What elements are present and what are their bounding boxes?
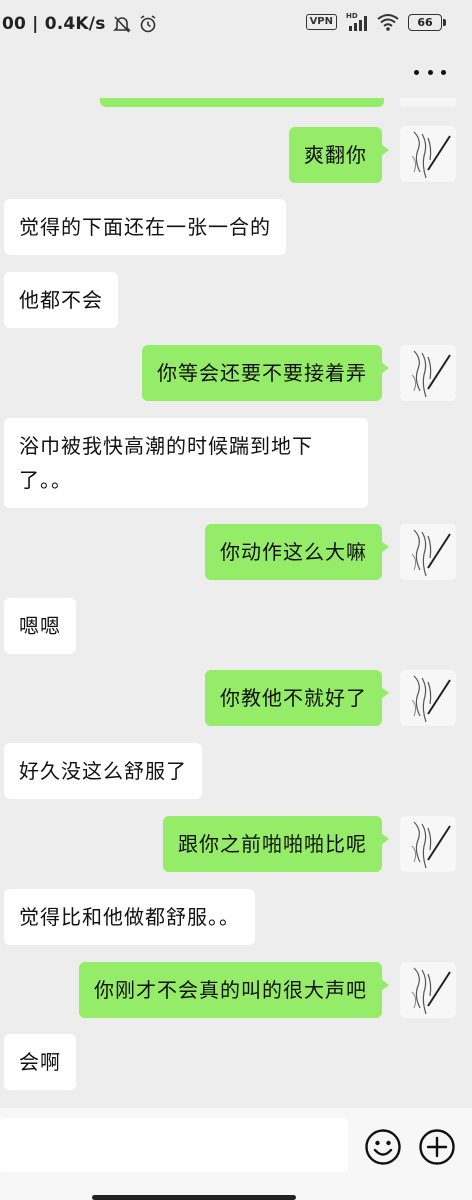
vpn-badge: VPN xyxy=(305,14,337,30)
avatar-sketch-icon xyxy=(411,131,451,179)
cut-off-avatar xyxy=(400,98,456,107)
message-bubble-incoming[interactable]: 会啊 xyxy=(4,1034,76,1090)
home-indicator[interactable] xyxy=(92,1195,296,1200)
avatar-sketch-icon xyxy=(411,350,451,398)
emoji-icon[interactable] xyxy=(364,1128,402,1166)
alarm-icon xyxy=(140,15,155,33)
avatar-sketch-icon xyxy=(411,529,451,577)
status-left: 00 | 0.4K/s xyxy=(2,14,158,34)
battery-indicator: 66 xyxy=(408,13,446,31)
message-bubble-incoming[interactable]: 觉得比和他做都舒服。。 xyxy=(4,889,255,945)
avatar-sketch-icon xyxy=(411,821,451,869)
message-bubble-incoming[interactable]: 他都不会 xyxy=(4,272,118,328)
message-bubble-outgoing[interactable]: 你刚才不会真的叫的很大声吧 xyxy=(79,962,389,1018)
avatar[interactable] xyxy=(400,962,456,1018)
message-bubble-outgoing[interactable]: 你等会还要不要接着弄 xyxy=(142,345,389,401)
chat-header xyxy=(0,48,472,100)
avatar-sketch-icon xyxy=(411,675,451,723)
status-right: VPN HD 66 xyxy=(305,12,446,32)
signal-icon: HD xyxy=(346,12,367,31)
message-bubble-incoming[interactable]: 浴巾被我快高潮的时候踹到地下了。。 xyxy=(4,418,368,508)
avatar[interactable] xyxy=(400,816,456,872)
message-bubble-outgoing[interactable]: 跟你之前啪啪啪比呢 xyxy=(163,816,389,872)
message-bubble-incoming[interactable]: 觉得的下面还在一张一合的 xyxy=(4,199,286,255)
avatar[interactable] xyxy=(400,126,456,182)
input-bar xyxy=(0,1108,472,1200)
avatar-sketch-icon xyxy=(411,967,451,1015)
plus-icon[interactable] xyxy=(418,1128,456,1166)
message-bubble-incoming[interactable]: 嗯嗯 xyxy=(4,598,76,654)
cut-off-message-bubble xyxy=(100,98,384,107)
more-dots-icon[interactable] xyxy=(414,58,446,86)
bell-muted-icon xyxy=(112,16,131,33)
avatar[interactable] xyxy=(400,670,456,726)
message-bubble-incoming[interactable]: 好久没这么舒服了 xyxy=(4,743,202,799)
avatar[interactable] xyxy=(400,524,456,580)
wifi-icon xyxy=(377,14,399,31)
status-speed-text: 00 | 0.4K/s xyxy=(2,14,106,34)
message-bubble-outgoing[interactable]: 你动作这么大嘛 xyxy=(205,524,389,580)
svg-text:HD: HD xyxy=(346,12,358,20)
avatar[interactable] xyxy=(400,345,456,401)
message-bubble-outgoing[interactable]: 爽翻你 xyxy=(289,127,389,183)
message-bubble-outgoing[interactable]: 你教他不就好了 xyxy=(205,670,389,726)
message-input[interactable] xyxy=(0,1118,348,1172)
status-bar: 00 | 0.4K/s VPN HD 66 xyxy=(0,0,472,48)
